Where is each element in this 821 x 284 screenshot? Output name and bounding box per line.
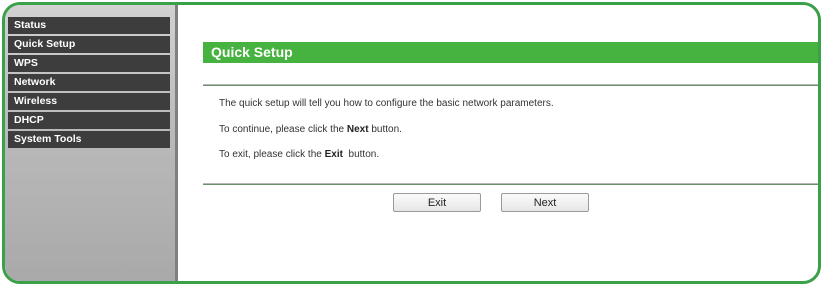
intro-text: The quick setup will tell you how to con… (219, 98, 554, 109)
sidebar-item-network[interactable]: Network (8, 74, 170, 91)
sidebar: Status Quick Setup WPS Network Wireless … (5, 5, 178, 281)
sidebar-item-dhcp[interactable]: DHCP (8, 112, 170, 129)
next-button[interactable]: Next (501, 193, 589, 212)
page-title: Quick Setup (203, 42, 818, 63)
exit-instruction-prefix: To exit, please click the (219, 149, 325, 160)
continue-instruction: To continue, please click the Next butto… (219, 124, 402, 135)
continue-instruction-prefix: To continue, please click the (219, 124, 347, 135)
exit-instruction-suffix: button. (342, 149, 380, 160)
router-admin-frame: Status Quick Setup WPS Network Wireless … (2, 2, 821, 284)
main-content: Quick Setup The quick setup will tell yo… (203, 5, 818, 281)
sidebar-item-wireless[interactable]: Wireless (8, 93, 170, 110)
continue-instruction-next: Next (346, 124, 369, 135)
continue-instruction-suffix: button. (368, 124, 402, 135)
sidebar-item-wps[interactable]: WPS (8, 55, 170, 72)
exit-instruction: To exit, please click the Exit button. (219, 149, 379, 160)
exit-instruction-exit: Exit (324, 149, 343, 160)
sidebar-item-quick-setup[interactable]: Quick Setup (8, 36, 170, 53)
sidebar-item-status[interactable]: Status (8, 17, 170, 34)
divider-bottom (203, 183, 818, 185)
sidebar-menu: Status Quick Setup WPS Network Wireless … (8, 17, 170, 150)
sidebar-item-system-tools[interactable]: System Tools (8, 131, 170, 148)
exit-button[interactable]: Exit (393, 193, 481, 212)
divider-top (203, 84, 818, 86)
